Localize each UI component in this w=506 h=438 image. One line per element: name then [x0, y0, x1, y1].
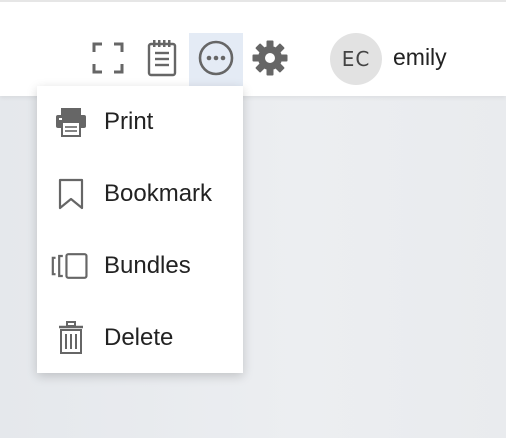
print-icon	[51, 102, 91, 142]
page: EC emily Print Bookmark Bundles Delete	[0, 0, 506, 438]
trash-icon	[51, 318, 91, 358]
username[interactable]: emily	[393, 44, 447, 71]
menu-item-label: Bookmark	[104, 180, 213, 207]
notes-icon	[146, 39, 178, 82]
menu-item-bundles[interactable]: Bundles	[37, 236, 243, 296]
avatar[interactable]: EC	[330, 33, 382, 85]
more-options-menu: Print Bookmark Bundles Delete	[37, 86, 243, 373]
menu-item-label: Bundles	[104, 252, 191, 279]
settings-button[interactable]	[243, 33, 297, 87]
fullscreen-button[interactable]	[81, 33, 135, 87]
more-options-icon	[197, 39, 235, 82]
top-toolbar: EC emily	[0, 0, 506, 96]
menu-item-delete[interactable]: Delete	[37, 308, 243, 368]
fullscreen-icon	[92, 42, 124, 79]
menu-item-label: Delete	[104, 324, 174, 351]
menu-item-bookmark[interactable]: Bookmark	[37, 164, 243, 224]
bundles-icon	[51, 246, 91, 286]
bookmark-icon	[51, 174, 91, 214]
avatar-initials: EC	[341, 47, 371, 71]
menu-item-print[interactable]: Print	[37, 92, 243, 152]
notes-button[interactable]	[135, 33, 189, 87]
more-options-button[interactable]	[189, 33, 243, 87]
settings-icon	[251, 39, 289, 82]
menu-item-label: Print	[104, 108, 154, 135]
